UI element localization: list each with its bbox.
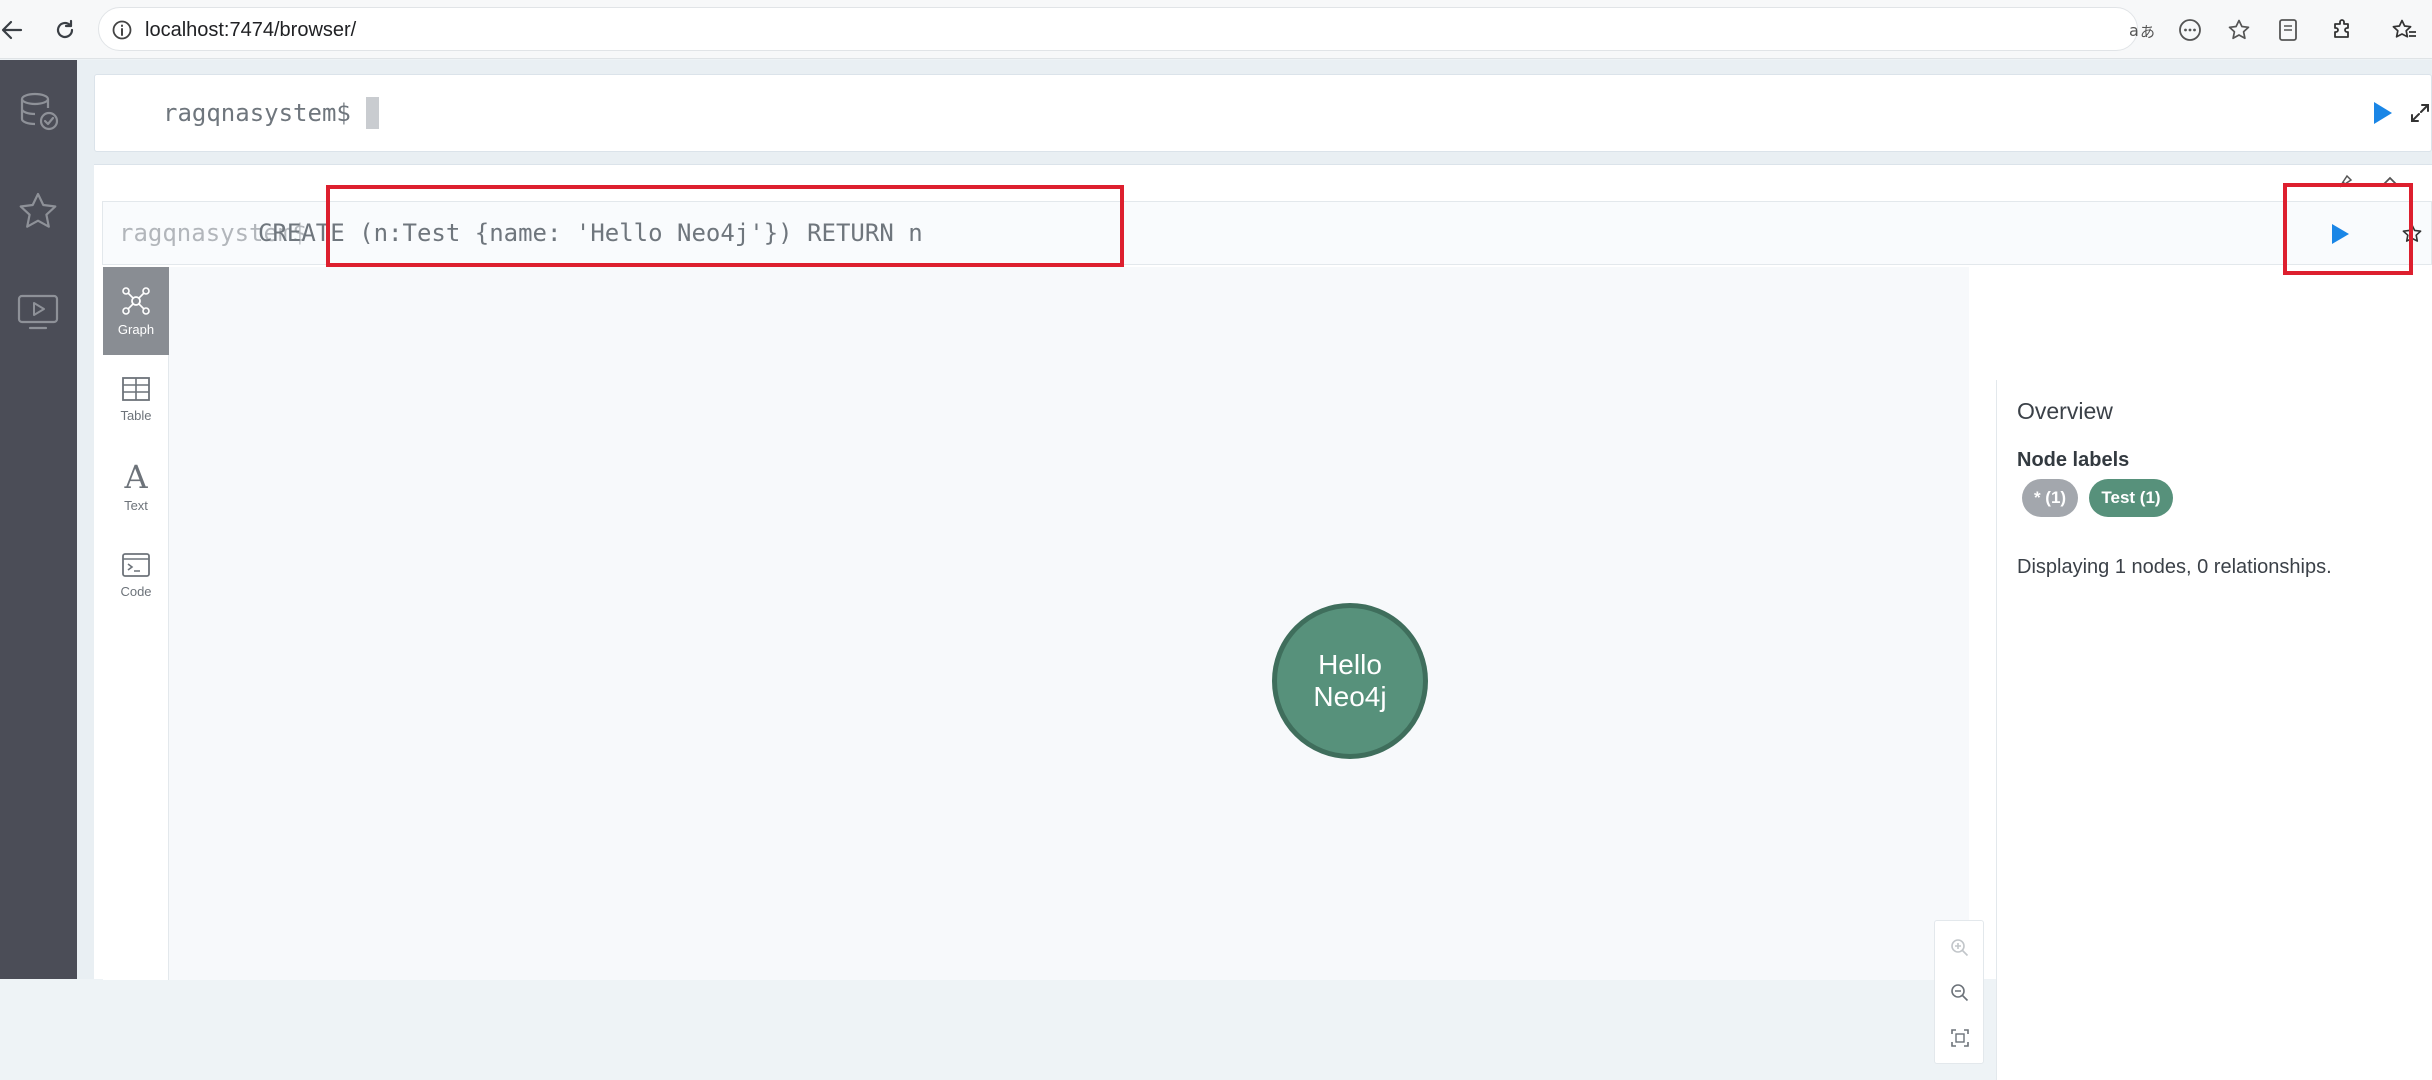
favorites-star-icon[interactable] (10, 184, 66, 240)
text-cursor (366, 97, 379, 129)
editor-prompt: ragqnasystem$ (163, 99, 351, 127)
tab-graph-label: Graph (117, 321, 155, 337)
tab-graph[interactable]: Graph (103, 267, 169, 355)
tab-text-label: Text (124, 497, 148, 513)
database-icon[interactable] (10, 84, 66, 140)
tab-table-label: Table (120, 407, 152, 423)
neo4j-sidebar (0, 60, 77, 979)
more-options-icon[interactable] (2177, 17, 2203, 43)
result-frame: ragqnasystem$ CREATE (n:Test {name: 'Hel… (94, 164, 2432, 1080)
text-icon: A (123, 462, 148, 492)
bookmark-star-icon[interactable] (2226, 17, 2252, 43)
fit-to-screen-icon[interactable] (1947, 1025, 1973, 1051)
guides-play-icon[interactable] (10, 284, 66, 340)
graph-icon (122, 286, 150, 315)
run-query-button[interactable] (2367, 98, 2397, 128)
zoom-out-icon[interactable] (1947, 980, 1973, 1006)
favorites-icon[interactable] (2386, 12, 2422, 48)
annotation-highlight-query (326, 185, 1124, 267)
graph-node[interactable]: Hello Neo4j (1272, 603, 1428, 759)
annotation-highlight-run (2283, 183, 2413, 275)
svg-text:a: a (2129, 21, 2139, 40)
svg-text:あ: あ (2140, 23, 2155, 41)
address-bar[interactable]: localhost:7474/browser/ aあ (98, 7, 2250, 51)
back-arrow-icon[interactable] (0, 12, 30, 48)
code-icon (122, 552, 150, 577)
cypher-editor[interactable]: ragqnasystem$ (94, 74, 2432, 152)
node-label-chip-test[interactable]: Test (1) (2089, 479, 2173, 517)
tab-text[interactable]: A Text (103, 443, 169, 531)
tab-code-label: Code (120, 583, 152, 599)
reading-list-icon[interactable] (2270, 12, 2306, 48)
overview-title: Overview (2017, 398, 2113, 424)
url-text: localhost:7474/browser/ (145, 19, 357, 41)
zoom-in-icon[interactable] (1947, 935, 1973, 961)
browser-toolbar: localhost:7474/browser/ aあ (0, 0, 2432, 59)
tab-code[interactable]: Code (103, 531, 169, 619)
graph-canvas[interactable] (169, 267, 1969, 980)
zoom-controls (1934, 920, 1984, 1064)
translate-icon[interactable]: aあ (2129, 17, 2155, 43)
extensions-puzzle-icon[interactable] (2325, 12, 2361, 48)
node-labels-heading: Node labels (2017, 449, 2130, 471)
main-stream: ragqnasystem$ ragqnasystem$ CREATE (n:Te… (77, 60, 2432, 1080)
overview-summary: Displaying 1 nodes, 0 relationships. (2017, 556, 2332, 578)
node-caption-line1: Hello (1318, 649, 1382, 680)
tab-table[interactable]: Table (103, 355, 169, 443)
site-info-icon[interactable] (111, 19, 133, 41)
fullscreen-icon[interactable] (2405, 98, 2432, 128)
result-view-tabs: Graph Table A Text Code (103, 267, 169, 980)
svg-text:A: A (123, 462, 148, 492)
table-icon (122, 376, 150, 401)
node-caption-line2: Neo4j (1313, 681, 1387, 712)
node-label-chip-all[interactable]: * (1) (2022, 479, 2078, 517)
overview-panel: Overview Node labels * (1) Test (1) Disp… (1996, 380, 2432, 1080)
reload-icon[interactable] (47, 12, 83, 48)
